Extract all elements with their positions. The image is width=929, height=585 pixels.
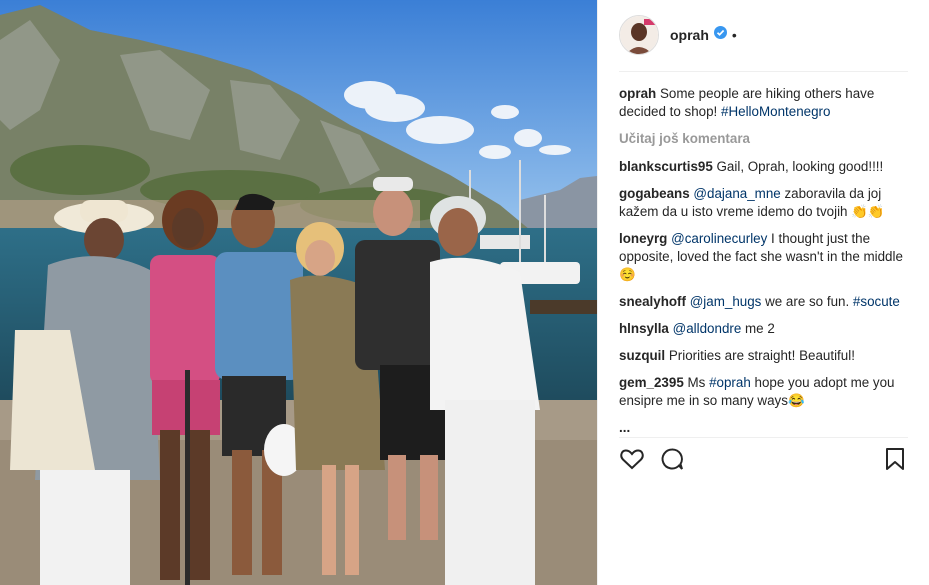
comment-text: Gail, Oprah, looking good!!!!: [716, 159, 884, 174]
comment-link[interactable]: #socute: [853, 294, 900, 309]
comment-item: gogabeans @dajana_mne zaboravila da joj …: [619, 185, 911, 221]
comment-username[interactable]: loneyrg: [619, 231, 667, 246]
verified-badge-icon: [713, 26, 727, 44]
load-more-comments-button[interactable]: Učitaj još komentara: [619, 130, 911, 148]
post-sidebar: oprah • oprah Some people are hiking oth…: [597, 0, 929, 585]
comment-link[interactable]: @alldondre: [673, 321, 742, 336]
header-divider: [619, 71, 908, 72]
comment-username[interactable]: gogabeans: [619, 186, 690, 201]
comment-item: gem_2395 Ms #oprah hope you adopt me you…: [619, 374, 911, 410]
comment-text: Ms: [687, 375, 710, 390]
comment-item: blankscurtis95 Gail, Oprah, looking good…: [619, 158, 911, 176]
caption-username[interactable]: oprah: [619, 86, 656, 101]
bookmark-icon[interactable]: [882, 446, 908, 472]
caption-hashtag[interactable]: #HelloMontenegro: [721, 104, 830, 119]
separator-dot: •: [731, 27, 737, 43]
comment-item: suzquil Priorities are straight! Beautif…: [619, 347, 911, 365]
comment-username[interactable]: ...: [619, 420, 630, 435]
comment-text: me 2: [741, 321, 775, 336]
comment-bubble-icon[interactable]: [659, 446, 685, 472]
heart-icon[interactable]: [619, 446, 645, 472]
post-photo[interactable]: [0, 0, 597, 585]
comment-link[interactable]: @dajana_mne: [693, 186, 780, 201]
comment-username[interactable]: gem_2395: [619, 375, 684, 390]
comment-username[interactable]: hlnsylla: [619, 321, 669, 336]
comment-text: we are so fun.: [761, 294, 853, 309]
instagram-post-view: oprah • oprah Some people are hiking oth…: [0, 0, 929, 585]
action-bar: [619, 446, 908, 474]
comment-item: hlnsylla @alldondre me 2: [619, 320, 911, 338]
comment-username[interactable]: suzquil: [619, 348, 665, 363]
comment-item: loneyrg @carolinecurley I thought just t…: [619, 230, 911, 284]
comments-list: oprah Some people are hiking others have…: [619, 85, 911, 437]
avatar[interactable]: [619, 15, 659, 55]
post-photo-illustration: [0, 0, 597, 585]
comment-username[interactable]: blankscurtis95: [619, 159, 713, 174]
comment-item: ...: [619, 419, 911, 437]
comment-text: Priorities are straight! Beautiful!: [668, 348, 855, 363]
comment-link[interactable]: #oprah: [709, 375, 751, 390]
comment-link[interactable]: @carolinecurley: [671, 231, 767, 246]
post-header: oprah •: [619, 12, 908, 58]
post-author-username[interactable]: oprah: [670, 27, 709, 43]
avatar-image: [620, 16, 658, 54]
comment-link[interactable]: @jam_hugs: [690, 294, 762, 309]
comments-divider: [619, 437, 908, 438]
comment-username[interactable]: snealyhoff: [619, 294, 686, 309]
comment-item: snealyhoff @jam_hugs we are so fun. #soc…: [619, 293, 911, 311]
caption: oprah Some people are hiking others have…: [619, 85, 911, 121]
